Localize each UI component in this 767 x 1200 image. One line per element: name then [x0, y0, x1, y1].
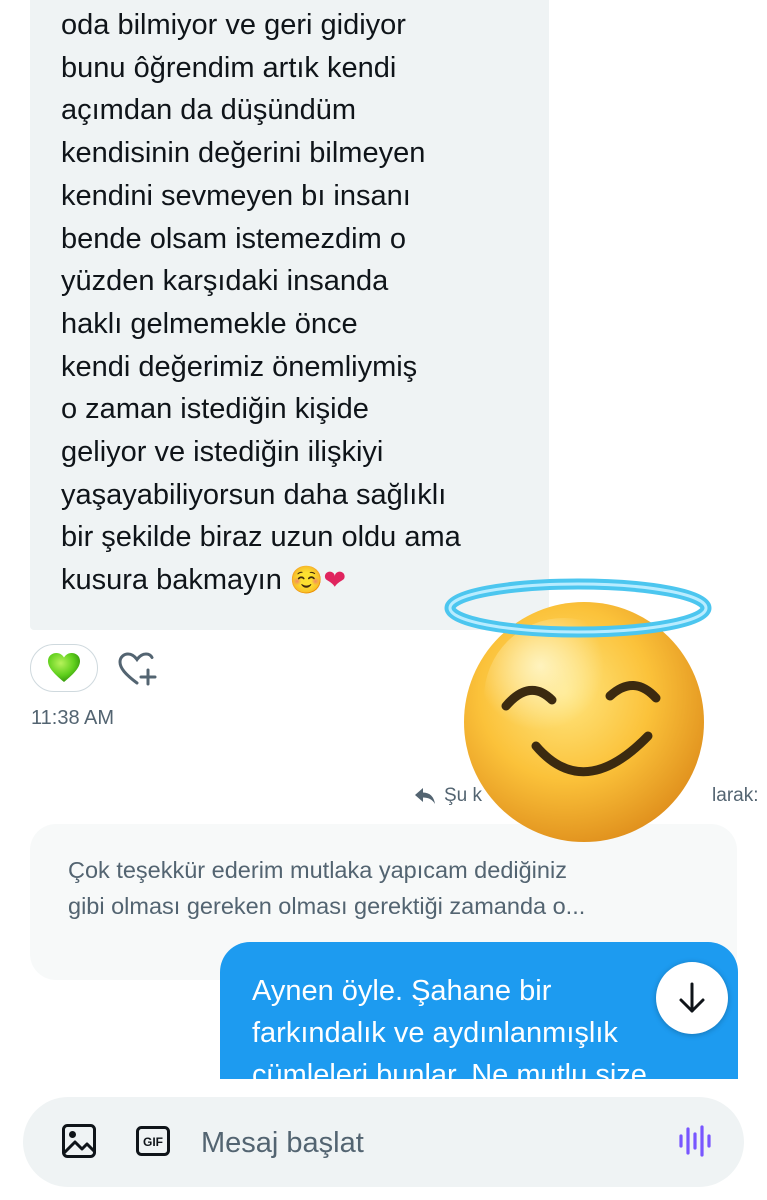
message-line: oda bilmiyor ve geri gidiyor	[61, 9, 406, 41]
message-line: geliyor ve istediğin ilişkiyi	[61, 436, 384, 469]
message-line: cümleleri bunlar. Ne mutlu size	[252, 1059, 647, 1079]
reply-label-end: larak:	[712, 785, 759, 806]
image-icon	[62, 1124, 96, 1158]
message-line: bende olsam istemezdim o	[61, 222, 406, 255]
reaction-pill[interactable]	[30, 644, 98, 692]
gif-label: GIF	[143, 1135, 163, 1149]
image-button[interactable]	[61, 1123, 97, 1159]
message-line: bir şekilde biraz uzun oldu ama	[61, 521, 461, 554]
message-line: bunu ôğrendim artık kendi	[61, 51, 397, 84]
message-line: yaşayabiliyorsun daha sağlıklı	[61, 478, 447, 511]
green-heart-icon	[48, 653, 80, 682]
arrow-down-icon	[679, 982, 705, 1013]
halo-smile-emoji-icon	[444, 578, 712, 842]
quoted-line: gibi olması gereken olması gerektiği zam…	[68, 893, 586, 919]
red-heart-emoji: ❤	[323, 565, 347, 596]
message-line: o zaman istediğin kişide	[61, 393, 369, 426]
message-line: kendi değerimiz önemliymiş	[61, 350, 418, 383]
gif-icon: GIF	[136, 1126, 170, 1156]
message-line: kendini sevmeyen bı insanı	[61, 179, 411, 212]
incoming-message-bubble[interactable]: oda bilmiyor ve geri gidiyor bunu ôğrend…	[30, 0, 549, 630]
message-composer: GIF	[23, 1097, 744, 1187]
message-timestamp: 11:38 AM	[31, 707, 115, 729]
message-input[interactable]	[199, 1121, 643, 1165]
add-reaction-button[interactable]	[116, 650, 158, 690]
message-line: kendisinin değerini bilmeyen	[61, 137, 426, 170]
message-line-text: kusura bakmayın	[61, 564, 282, 597]
scroll-to-bottom-button[interactable]	[656, 962, 728, 1034]
voice-waveform-icon	[679, 1125, 711, 1157]
heart-plus-icon	[118, 652, 157, 686]
reply-arrow-icon	[415, 788, 435, 804]
gif-button[interactable]: GIF	[135, 1123, 171, 1159]
smiling-face-emoji: ☺️	[289, 565, 324, 596]
quoted-line: Çok teşekkür ederim mutlaka yapıcam dedi…	[68, 857, 567, 883]
message-line: haklı gelmemekle önce	[61, 307, 358, 340]
smiling-face-with-halo-sticker	[444, 578, 712, 843]
message-line: açımdan da düşündüm	[61, 94, 357, 127]
message-line: yüzden karşıdaki insanda	[61, 265, 389, 298]
voice-message-button[interactable]	[677, 1123, 713, 1159]
